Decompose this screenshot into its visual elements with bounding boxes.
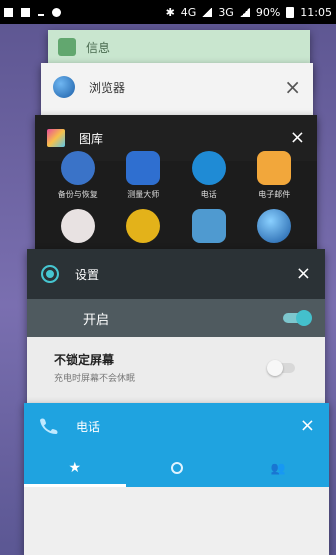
messaging-icon bbox=[58, 38, 76, 56]
battery-percent: 90% bbox=[255, 5, 281, 19]
signal-icon-2 bbox=[239, 7, 250, 17]
tab-recents[interactable] bbox=[126, 449, 228, 487]
app-radio bbox=[45, 209, 111, 243]
toggle-label: 开启 bbox=[83, 312, 110, 328]
setting-title: 不锁定屏幕 bbox=[54, 353, 115, 367]
browser-icon bbox=[53, 76, 75, 98]
stay-awake-setting[interactable]: 不锁定屏幕 充电时屏幕不会休眠 bbox=[27, 337, 325, 384]
app-backup: 备份与恢复 bbox=[45, 151, 111, 201]
close-icon[interactable]: × bbox=[296, 265, 311, 283]
app-measure: 测量大师 bbox=[111, 151, 177, 201]
master-switch[interactable] bbox=[283, 310, 312, 326]
card-header: 信息 bbox=[48, 30, 310, 64]
clock-icon bbox=[170, 462, 183, 474]
signal-icon bbox=[202, 7, 213, 17]
backup-icon bbox=[60, 151, 95, 185]
battery-icon bbox=[286, 6, 295, 18]
card-title: 图库 bbox=[79, 131, 104, 146]
tab-contacts[interactable]: 👥 bbox=[227, 449, 329, 487]
master-toggle-row[interactable]: 开启 bbox=[27, 299, 325, 337]
setting-subtitle: 充电时屏幕不会休眠 bbox=[54, 374, 136, 384]
card-header: 浏览器 × bbox=[41, 63, 313, 111]
recent-card-gallery[interactable]: 图库 × 备份与恢复 测量大师 电话 电子邮件 bbox=[35, 115, 317, 265]
recent-card-settings[interactable]: 设置 × 开启 不锁定屏幕 充电时屏幕不会休眠 bbox=[27, 249, 325, 409]
hiking-icon bbox=[126, 209, 161, 243]
usb-icon bbox=[38, 8, 44, 16]
close-icon[interactable]: × bbox=[284, 77, 301, 97]
notification-icon-2 bbox=[21, 7, 30, 17]
card-title: 浏览器 bbox=[89, 80, 126, 95]
gallery-icon bbox=[47, 129, 65, 147]
stay-awake-switch[interactable] bbox=[267, 359, 295, 376]
phone-tabs: ★ 👥 bbox=[24, 449, 329, 487]
network-4g: 4G bbox=[180, 5, 197, 19]
app-calculator bbox=[176, 209, 242, 243]
app-label: 备份与恢复 bbox=[57, 190, 98, 199]
close-icon[interactable]: × bbox=[290, 129, 305, 147]
app-hiking bbox=[111, 209, 177, 243]
email-icon bbox=[257, 151, 292, 185]
earth-icon bbox=[257, 209, 292, 243]
app-label: 测量大师 bbox=[127, 190, 160, 199]
phone-app-icon bbox=[191, 151, 226, 185]
contacts-icon: 👥 bbox=[270, 461, 286, 475]
app-label: 电子邮件 bbox=[258, 190, 291, 199]
radio-icon bbox=[60, 209, 95, 243]
card-header: 电话 × bbox=[24, 403, 329, 449]
app-email: 电子邮件 bbox=[242, 151, 308, 201]
android-icon bbox=[52, 7, 61, 17]
calculator-icon bbox=[191, 209, 226, 243]
phone-handset-icon bbox=[40, 418, 58, 434]
card-title: 设置 bbox=[75, 267, 100, 282]
app-phone: 电话 bbox=[176, 151, 242, 201]
card-title: 电话 bbox=[76, 419, 101, 434]
bluetooth-icon: ✱ bbox=[165, 5, 175, 19]
tab-favorites[interactable]: ★ bbox=[24, 449, 126, 487]
close-icon[interactable]: × bbox=[300, 417, 315, 435]
app-earth bbox=[242, 209, 308, 243]
notification-icon bbox=[4, 7, 13, 17]
measure-icon bbox=[126, 151, 161, 185]
card-header: 设置 × bbox=[27, 249, 325, 299]
phone-content bbox=[24, 487, 329, 555]
app-grid-preview: 备份与恢复 测量大师 电话 电子邮件 bbox=[35, 151, 317, 243]
star-icon: ★ bbox=[68, 460, 82, 476]
app-label: 电话 bbox=[200, 190, 217, 199]
card-title: 信息 bbox=[86, 40, 111, 55]
status-bar: ✱ 4G 3G 90% 11:05 bbox=[0, 0, 336, 24]
settings-gear-icon bbox=[41, 265, 59, 283]
status-time: 11:05 bbox=[300, 5, 332, 19]
network-3g: 3G bbox=[218, 5, 234, 19]
recent-card-phone[interactable]: 电话 × ★ 👥 bbox=[24, 403, 329, 555]
